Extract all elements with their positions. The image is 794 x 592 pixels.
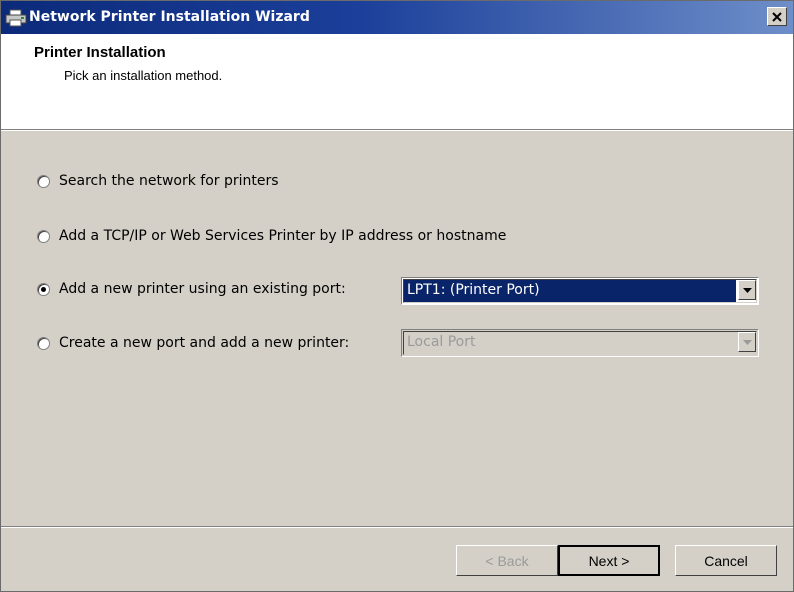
dropdown-button-disabled[interactable]	[738, 332, 756, 352]
existing-port-value: LPT1: (Printer Port)	[404, 280, 736, 302]
radio-new-port[interactable]	[37, 336, 50, 350]
title-bar[interactable]: Network Printer Installation Wizard	[1, 1, 793, 34]
radio-search-network[interactable]	[37, 174, 50, 188]
radio-tcpip-printer[interactable]	[37, 229, 50, 243]
chevron-down-icon	[742, 339, 752, 345]
back-button[interactable]: < Back	[456, 545, 558, 576]
cancel-button[interactable]: Cancel	[675, 545, 777, 576]
dropdown-button[interactable]	[738, 280, 756, 300]
close-button[interactable]	[767, 7, 787, 26]
next-button[interactable]: Next >	[558, 545, 660, 576]
option-search-network[interactable]: Search the network for printers	[37, 171, 279, 191]
option-tcpip-printer[interactable]: Add a TCP/IP or Web Services Printer by …	[37, 226, 506, 246]
window-title: Network Printer Installation Wizard	[29, 9, 310, 25]
header-divider	[1, 130, 793, 131]
page-title: Printer Installation	[34, 44, 166, 61]
option-existing-port[interactable]: Add a new printer using an existing port…	[37, 279, 346, 299]
new-port-value: Local Port	[407, 334, 476, 350]
close-icon	[772, 11, 782, 22]
page-subtitle: Pick an installation method.	[64, 68, 223, 83]
option-label: Create a new port and add a new printer:	[59, 335, 350, 351]
option-label: Add a TCP/IP or Web Services Printer by …	[59, 228, 507, 244]
option-new-port[interactable]: Create a new port and add a new printer:	[37, 333, 349, 353]
existing-port-select[interactable]: LPT1: (Printer Port)	[401, 277, 759, 305]
option-label: Add a new printer using an existing port…	[59, 281, 346, 297]
new-port-select[interactable]: Local Port	[401, 329, 759, 357]
chevron-down-icon	[742, 287, 752, 293]
wizard-window: Network Printer Installation Wizard Prin…	[0, 0, 794, 592]
option-label: Search the network for printers	[59, 173, 279, 189]
radio-existing-port[interactable]	[37, 282, 50, 296]
printer-icon	[5, 9, 27, 27]
